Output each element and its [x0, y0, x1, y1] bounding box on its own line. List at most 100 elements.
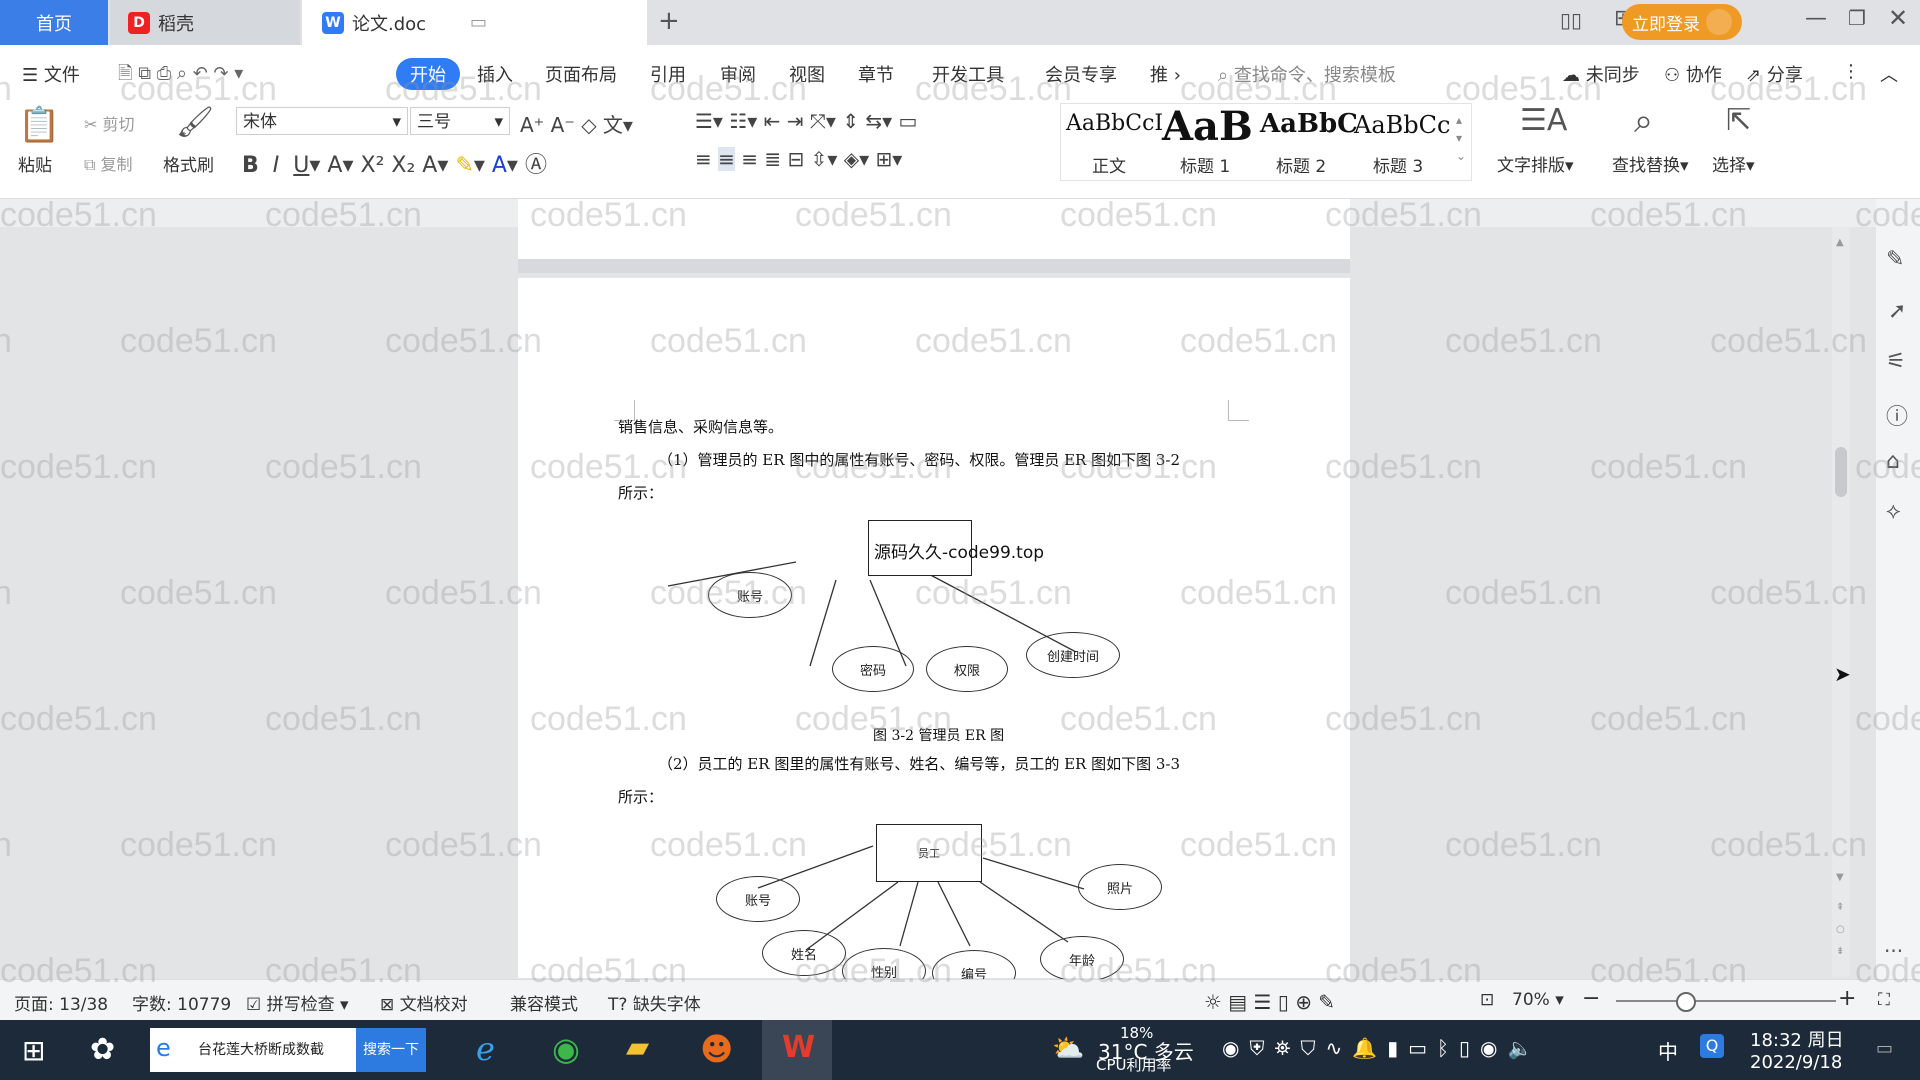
close-icon[interactable]: ✕ [1888, 4, 1908, 32]
cut-button[interactable]: ✂ 剪切 [84, 111, 135, 135]
style-normal-preview[interactable]: AaBbCcI [1066, 111, 1163, 136]
windows-start-icon[interactable]: ⊞ [22, 1034, 45, 1067]
font-family-select[interactable]: 宋体 ▾ [236, 107, 408, 135]
zoom-out-button[interactable]: − [1582, 986, 1600, 1011]
zoom-slider-thumb[interactable] [1676, 992, 1696, 1012]
menu-file[interactable]: ☰ 文件 [22, 61, 80, 87]
clock-time[interactable]: 18:32 周日 [1750, 1026, 1844, 1052]
paragraph-icons-row2[interactable]: ≡ ≡ ≡ ≣ ⊟ ⇳▾ ◈▾ ⊞▾ [695, 147, 902, 171]
cursor-icon[interactable]: ⇱ [1726, 103, 1751, 138]
view-mode-icons[interactable]: ☼ ▤ ☰ ▯ ⊕ ✎ [1204, 990, 1335, 1014]
zoom-slider[interactable] [1616, 1000, 1836, 1002]
menu-view[interactable]: 视图 [789, 61, 825, 87]
style-gallery-scroll[interactable]: ▴ ▾ ⌄ [1456, 111, 1466, 165]
tab-home[interactable]: 首页 [0, 0, 108, 45]
spell-check-button[interactable]: ☑ 拼写检查 ▾ [246, 990, 349, 1015]
menu-layout[interactable]: 页面布局 [545, 61, 617, 87]
page-indicator[interactable]: 页面: 13/38 [14, 990, 108, 1015]
help-icon[interactable]: ⓘ [1886, 399, 1908, 431]
adjust-icon[interactable]: ⚟ [1886, 349, 1906, 374]
scroll-thumb[interactable] [1835, 447, 1847, 497]
folder-icon[interactable]: ▰ [626, 1030, 649, 1065]
command-search[interactable]: ⌕ 查找命令、搜索模板 [1218, 61, 1396, 87]
text-layout-icon[interactable]: ☰A [1520, 103, 1567, 138]
zoom-in-button[interactable]: + [1838, 986, 1856, 1011]
taskbar-search-button[interactable]: 搜索一下 [356, 1028, 426, 1072]
notification-icon[interactable]: ▭ [1876, 1038, 1893, 1059]
doc-proof-button[interactable]: ⊠ 文档校对 [380, 990, 468, 1015]
ai-icon[interactable]: ⟡ [1886, 499, 1901, 524]
font-format-icons-row1[interactable]: A⁺ A⁻ ◇ 文▾ [520, 109, 633, 138]
select-pointer-icon[interactable]: ➚ [1888, 299, 1906, 324]
watermark-text: code51.cn [120, 574, 277, 612]
copy-button[interactable]: ⧉ 复制 [84, 151, 133, 175]
font-size-select[interactable]: 三号 ▾ [410, 107, 510, 135]
find-icon[interactable]: ⌕ [1634, 101, 1653, 141]
fullscreen-icon[interactable]: ⛶ [1878, 990, 1890, 1010]
ie-browser-icon[interactable]: ℯ [476, 1030, 495, 1068]
menu-vip[interactable]: 会员专享 [1045, 61, 1117, 87]
watermark-text: code51.cn [0, 322, 12, 360]
page-nav-icons[interactable]: ⇞ ○ ⇟ [1836, 897, 1845, 963]
text-layout-button[interactable]: 文字排版▾ [1497, 151, 1574, 176]
sync-button[interactable]: ☁ 未同步 [1562, 61, 1640, 87]
doc-line-4: （2）员工的 ER 图里的属性有账号、姓名、编号等，员工的 ER 图如下图 3-… [658, 755, 1181, 773]
menu-dev-tools[interactable]: 开发工具 [932, 61, 1004, 87]
menu-chapter[interactable]: 章节 [858, 61, 894, 87]
paragraph-icons-row1[interactable]: ☰▾ ☷▾ ⇤ ⇥ ⤧▾ ⇕ ⇆▾ ▭ [695, 109, 917, 133]
minimize-icon[interactable]: — [1805, 6, 1827, 31]
login-button[interactable]: 立即登录 [1622, 4, 1742, 40]
ribbon-toolbar: 📋 粘贴 ✂ 剪切 ⧉ 复制 🖌 格式刷 宋体 ▾ 三号 ▾ A⁺ A⁻ ◇ 文▾ … [0, 101, 1920, 199]
browser-icon[interactable]: ◉ [552, 1030, 580, 1068]
vertical-scrollbar[interactable]: ▲ ▼ ⇞ ○ ⇟ [1832, 227, 1850, 977]
quick-access-icons[interactable]: 🗎 ⧉ ⎙ ⌕ ↶ ↷ ▾ [118, 61, 243, 91]
missing-font-button[interactable]: T? 缺失字体 [608, 990, 701, 1015]
paste-button[interactable]: 粘贴 [18, 151, 52, 176]
share-button[interactable]: ⇗ 分享 [1746, 61, 1803, 87]
paste-icon[interactable]: 📋 [18, 105, 60, 145]
tab-daoke[interactable]: D 稻壳 [110, 0, 300, 45]
more-dots-icon[interactable]: ··· [1884, 939, 1903, 963]
menu-start[interactable]: 开始 [396, 58, 460, 90]
style-h2-preview[interactable]: AaBbC [1260, 109, 1358, 139]
menu-review[interactable]: 审阅 [720, 61, 756, 87]
tray-icons[interactable]: ◉⛨⛯⛉∿🔔▮▭ᛒ▯◉🔈 [1222, 1036, 1542, 1060]
restore-icon[interactable]: ❐ [1848, 6, 1866, 30]
format-painter-icon[interactable]: 🖌 [176, 105, 214, 140]
style-h3-preview[interactable]: AaBbCc [1354, 111, 1450, 139]
scroll-down-icon[interactable]: ▼ [1836, 872, 1844, 883]
collapse-ribbon-icon[interactable]: ︿ [1880, 61, 1898, 87]
cloud-icon: ☁ [1562, 65, 1580, 86]
wps-taskbar-item[interactable]: W [762, 1020, 832, 1080]
select-button[interactable]: 选择▾ [1712, 151, 1755, 176]
menu-references[interactable]: 引用 [650, 61, 686, 87]
more-icon[interactable]: ⋮ [1842, 61, 1860, 82]
menu-insert[interactable]: 插入 [477, 61, 513, 87]
find-replace-button[interactable]: 查找替换▾ [1612, 151, 1689, 176]
ime-indicator[interactable]: 中 [1658, 1036, 1678, 1065]
tab-document[interactable]: W 论文.doc ▭ [302, 0, 647, 45]
doc-proof-label: 文档校对 [399, 995, 468, 1015]
game-icon[interactable]: ☻ [700, 1030, 733, 1068]
font-format-icons-row2[interactable]: B I U▾ A▾ X² X₂ A▾ ✎▾ A▾ Ⓐ [242, 147, 547, 179]
clock-date[interactable]: 2022/9/18 [1750, 1052, 1842, 1073]
document-page[interactable]: 销售信息、采购信息等。 （1）管理员的 ER 图中的属性有账号、密码、权限。管理… [518, 278, 1350, 996]
word-count[interactable]: 字数: 10779 [132, 990, 231, 1015]
zoom-level[interactable]: 70% ▾ [1512, 990, 1564, 1010]
style-h1-preview[interactable]: AaB [1162, 103, 1253, 150]
q-app-icon[interactable]: Q [1700, 1034, 1724, 1058]
reading-mode-icon[interactable]: ▯▯ [1560, 8, 1582, 32]
fit-page-icon[interactable]: ⊡ [1480, 990, 1494, 1010]
format-painter-button[interactable]: 格式刷 [163, 151, 214, 176]
style-h1-label: 标题 1 [1180, 157, 1231, 177]
edit-pen-icon[interactable]: ✎ [1886, 247, 1904, 272]
menu-more[interactable]: 推 › [1150, 61, 1181, 87]
tab-device-icon[interactable]: ▭ [470, 12, 487, 33]
style-h2-label: 标题 2 [1276, 157, 1327, 177]
collab-button[interactable]: ⚇ 协作 [1664, 61, 1722, 87]
scroll-up-icon[interactable]: ▲ [1836, 237, 1844, 248]
app-pinwheel-icon[interactable]: ✿ [90, 1032, 115, 1067]
taskbar-search-box[interactable]: 台花莲大桥断成数截 [150, 1028, 356, 1072]
new-tab-button[interactable]: + [658, 6, 680, 36]
assistant-icon[interactable]: ⌂ [1886, 449, 1900, 474]
